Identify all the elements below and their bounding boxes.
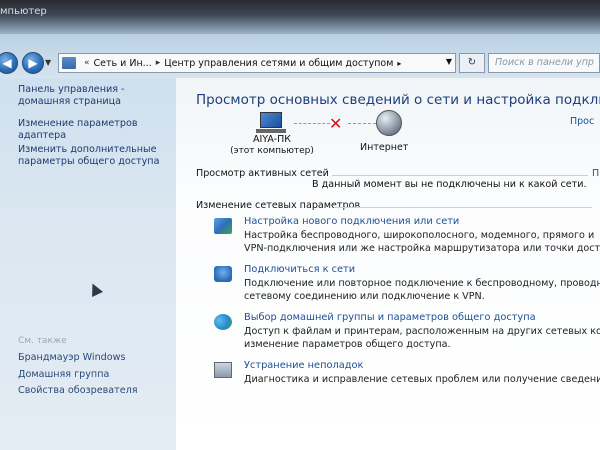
title-bar: мпьютер bbox=[0, 0, 600, 34]
main-content: Просмотр основных сведений о сети и наст… bbox=[176, 78, 600, 450]
see-also-heading: См. также bbox=[18, 336, 67, 346]
task-description: Подключение или повторное подключение к … bbox=[244, 278, 600, 302]
sidebar-link-homegroup[interactable]: Домашняя группа bbox=[18, 369, 109, 380]
search-input[interactable]: Поиск в панели упр bbox=[488, 53, 600, 73]
connection-line bbox=[348, 123, 376, 124]
task-setup-connection: Настройка нового подключения или сети На… bbox=[214, 216, 600, 258]
back-arrow-icon[interactable]: ◀ bbox=[0, 52, 18, 74]
breadcrumb-network-center[interactable]: Центр управления сетями и общим доступом bbox=[164, 58, 393, 69]
task-description: Доступ к файлам и принтерам, расположенн… bbox=[244, 326, 600, 350]
task-homegroup-sharing: Выбор домашней группы и параметров общег… bbox=[214, 312, 600, 354]
connect-network-icon bbox=[214, 266, 232, 282]
no-network-status: В данный момент вы не подключены ни к ка… bbox=[312, 179, 587, 190]
refresh-button[interactable]: ↻ bbox=[459, 53, 485, 73]
chevron-down-icon[interactable]: ▸ bbox=[397, 59, 401, 68]
computer-name: AIYA-ПК bbox=[253, 134, 291, 145]
sidebar: Панель управления - домашняя страница Из… bbox=[0, 78, 176, 450]
change-settings-heading: Изменение сетевых параметров bbox=[196, 200, 361, 211]
task-description: Настройка беспроводного, широкополосного… bbox=[244, 230, 600, 254]
task-description: Диагностика и исправление сетевых пробле… bbox=[244, 374, 600, 385]
task-troubleshoot: Устранение неполадок Диагностика и испра… bbox=[214, 360, 600, 392]
divider bbox=[332, 175, 588, 176]
control-panel-icon bbox=[62, 57, 76, 69]
forward-arrow-icon[interactable]: ▶ bbox=[22, 52, 44, 74]
sidebar-item-control-panel-home[interactable]: Панель управления - домашняя страница bbox=[18, 84, 125, 108]
network-map: AIYA-ПК (этот компьютер) ✕ Интернет bbox=[216, 106, 476, 162]
sidebar-item-advanced-sharing[interactable]: Изменить дополнительные параметры общего… bbox=[18, 144, 159, 168]
internet-globe-icon bbox=[376, 110, 402, 136]
address-dropdown-icon[interactable]: ▼ bbox=[446, 57, 452, 66]
internet-label: Интернет bbox=[360, 142, 409, 153]
computer-icon bbox=[256, 112, 286, 134]
connection-line bbox=[294, 123, 330, 124]
sidebar-item-adapter-settings[interactable]: Изменение параметров адаптера bbox=[18, 118, 138, 142]
task-title-link[interactable]: Настройка нового подключения или сети bbox=[244, 216, 459, 227]
address-bar[interactable]: « Сеть и Ин... ▸ Центр управления сетями… bbox=[58, 53, 456, 73]
connect-or-disconnect-link[interactable]: П bbox=[592, 168, 599, 179]
task-connect-network: Подключиться к сети Подключение или повт… bbox=[214, 264, 600, 306]
task-title-link[interactable]: Выбор домашней группы и параметров общег… bbox=[244, 312, 536, 323]
task-title-link[interactable]: Устранение неполадок bbox=[244, 360, 363, 371]
task-title-link[interactable]: Подключиться к сети bbox=[244, 264, 355, 275]
computer-subtitle: (этот компьютер) bbox=[230, 146, 314, 156]
breadcrumb-network-internet[interactable]: Сеть и Ин... bbox=[94, 58, 152, 69]
disconnected-x-icon: ✕ bbox=[329, 114, 343, 133]
divider bbox=[334, 207, 592, 208]
troubleshoot-icon bbox=[214, 362, 232, 378]
new-connection-icon bbox=[214, 218, 232, 234]
sidebar-link-internet-options[interactable]: Свойства обозревателя bbox=[18, 385, 138, 396]
view-full-map-link[interactable]: Прос bbox=[570, 116, 594, 127]
breadcrumb-separator: « bbox=[84, 58, 90, 68]
sidebar-link-firewall[interactable]: Брандмауэр Windows bbox=[18, 352, 125, 363]
active-networks-heading: Просмотр активных сетей bbox=[196, 168, 329, 179]
recent-pages-dropdown-icon[interactable]: ▼ bbox=[45, 58, 51, 67]
homegroup-icon bbox=[214, 314, 232, 330]
breadcrumb-separator: ▸ bbox=[155, 58, 161, 68]
window-caption: мпьютер bbox=[0, 6, 47, 17]
